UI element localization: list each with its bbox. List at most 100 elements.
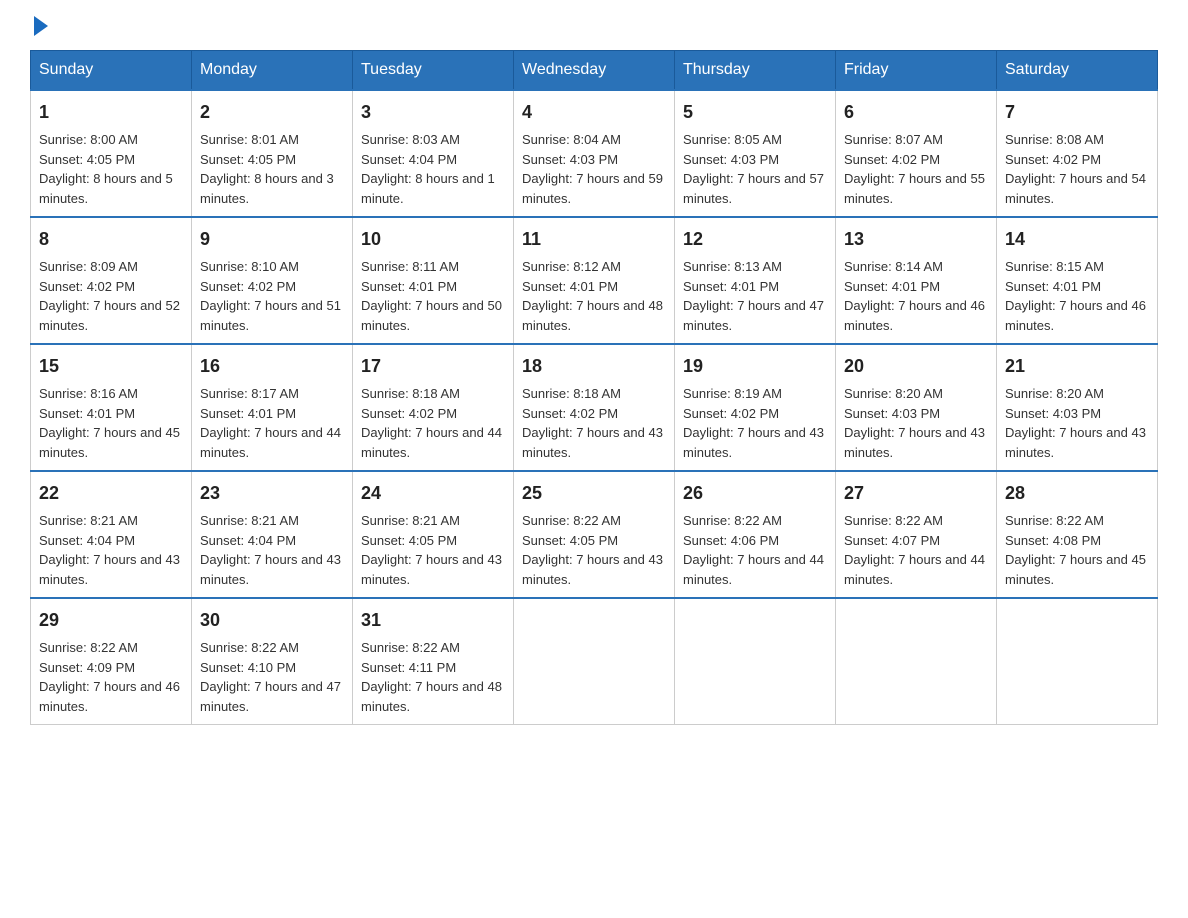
calendar-cell: 3Sunrise: 8:03 AMSunset: 4:04 PMDaylight… bbox=[353, 90, 514, 217]
day-number: 17 bbox=[361, 353, 505, 380]
calendar-cell: 17Sunrise: 8:18 AMSunset: 4:02 PMDayligh… bbox=[353, 344, 514, 471]
calendar-cell: 10Sunrise: 8:11 AMSunset: 4:01 PMDayligh… bbox=[353, 217, 514, 344]
sunset-label: Sunset: 4:08 PM bbox=[1005, 533, 1101, 548]
calendar-cell: 14Sunrise: 8:15 AMSunset: 4:01 PMDayligh… bbox=[997, 217, 1158, 344]
sunrise-label: Sunrise: 8:11 AM bbox=[361, 259, 459, 274]
day-header-monday: Monday bbox=[192, 51, 353, 91]
calendar-week-5: 29Sunrise: 8:22 AMSunset: 4:09 PMDayligh… bbox=[31, 598, 1158, 725]
sunset-label: Sunset: 4:01 PM bbox=[683, 279, 779, 294]
calendar-cell: 1Sunrise: 8:00 AMSunset: 4:05 PMDaylight… bbox=[31, 90, 192, 217]
day-number: 3 bbox=[361, 99, 505, 126]
calendar-cell bbox=[514, 598, 675, 725]
daylight-label: Daylight: 7 hours and 55 minutes. bbox=[844, 171, 985, 206]
calendar-week-2: 8Sunrise: 8:09 AMSunset: 4:02 PMDaylight… bbox=[31, 217, 1158, 344]
sunset-label: Sunset: 4:05 PM bbox=[39, 152, 135, 167]
sunrise-label: Sunrise: 8:18 AM bbox=[361, 386, 460, 401]
calendar-cell: 16Sunrise: 8:17 AMSunset: 4:01 PMDayligh… bbox=[192, 344, 353, 471]
sunset-label: Sunset: 4:01 PM bbox=[844, 279, 940, 294]
sunrise-label: Sunrise: 8:20 AM bbox=[1005, 386, 1104, 401]
day-number: 31 bbox=[361, 607, 505, 634]
sunrise-label: Sunrise: 8:21 AM bbox=[361, 513, 460, 528]
daylight-label: Daylight: 7 hours and 44 minutes. bbox=[683, 552, 824, 587]
sunrise-label: Sunrise: 8:13 AM bbox=[683, 259, 782, 274]
sunset-label: Sunset: 4:06 PM bbox=[683, 533, 779, 548]
logo bbox=[30, 20, 48, 30]
daylight-label: Daylight: 7 hours and 43 minutes. bbox=[522, 552, 663, 587]
sunrise-label: Sunrise: 8:16 AM bbox=[39, 386, 138, 401]
sunrise-label: Sunrise: 8:12 AM bbox=[522, 259, 621, 274]
calendar-week-4: 22Sunrise: 8:21 AMSunset: 4:04 PMDayligh… bbox=[31, 471, 1158, 598]
sunset-label: Sunset: 4:02 PM bbox=[1005, 152, 1101, 167]
day-number: 1 bbox=[39, 99, 183, 126]
day-number: 28 bbox=[1005, 480, 1149, 507]
day-number: 22 bbox=[39, 480, 183, 507]
calendar-week-1: 1 Sunrise: 8:00 AM Sunset: 4:05 PM Daylight… bbox=[31, 90, 1158, 217]
daylight-label: Daylight: 7 hours and 44 minutes. bbox=[361, 425, 502, 460]
daylight-label: Daylight: 7 hours and 50 minutes. bbox=[361, 298, 502, 333]
sunrise-label: Sunrise: 8:08 AM bbox=[1005, 132, 1104, 147]
daylight-label: Daylight: 7 hours and 45 minutes. bbox=[1005, 552, 1146, 587]
day-number: 5 bbox=[683, 99, 827, 126]
calendar-cell: 2Sunrise: 8:01 AMSunset: 4:05 PMDaylight… bbox=[192, 90, 353, 217]
day-number: 20 bbox=[844, 353, 988, 380]
day-header-friday: Friday bbox=[836, 51, 997, 91]
day-header-tuesday: Tuesday bbox=[353, 51, 514, 91]
sunrise-label: Sunrise: 8:22 AM bbox=[683, 513, 782, 528]
sunrise-label: Sunrise: 8:04 AM bbox=[522, 132, 621, 147]
calendar-cell: 22Sunrise: 8:21 AMSunset: 4:04 PMDayligh… bbox=[31, 471, 192, 598]
sunrise-label: Sunrise: 8:15 AM bbox=[1005, 259, 1104, 274]
calendar-cell: 27Sunrise: 8:22 AMSunset: 4:07 PMDayligh… bbox=[836, 471, 997, 598]
sunrise-label: Sunrise: 8:22 AM bbox=[522, 513, 621, 528]
daylight-label: Daylight: 7 hours and 43 minutes. bbox=[522, 425, 663, 460]
day-number: 9 bbox=[200, 226, 344, 253]
sunset-label: Sunset: 4:01 PM bbox=[361, 279, 457, 294]
daylight-label: Daylight: 7 hours and 48 minutes. bbox=[522, 298, 663, 333]
sunset-label: Sunset: 4:01 PM bbox=[200, 406, 296, 421]
calendar-cell: 8Sunrise: 8:09 AMSunset: 4:02 PMDaylight… bbox=[31, 217, 192, 344]
calendar-cell: 5Sunrise: 8:05 AMSunset: 4:03 PMDaylight… bbox=[675, 90, 836, 217]
sunrise-label: Sunrise: 8:00 AM bbox=[39, 132, 138, 147]
calendar-cell: 15Sunrise: 8:16 AMSunset: 4:01 PMDayligh… bbox=[31, 344, 192, 471]
daylight-label: Daylight: 7 hours and 43 minutes. bbox=[361, 552, 502, 587]
day-number: 8 bbox=[39, 226, 183, 253]
calendar-cell: 4Sunrise: 8:04 AMSunset: 4:03 PMDaylight… bbox=[514, 90, 675, 217]
sunrise-label: Sunrise: 8:10 AM bbox=[200, 259, 299, 274]
day-number: 30 bbox=[200, 607, 344, 634]
calendar-cell: 26Sunrise: 8:22 AMSunset: 4:06 PMDayligh… bbox=[675, 471, 836, 598]
day-number: 4 bbox=[522, 99, 666, 126]
day-number: 6 bbox=[844, 99, 988, 126]
day-header-saturday: Saturday bbox=[997, 51, 1158, 91]
sunset-label: Sunset: 4:02 PM bbox=[522, 406, 618, 421]
sunset-label: Sunset: 4:09 PM bbox=[39, 660, 135, 675]
sunset-label: Sunset: 4:04 PM bbox=[361, 152, 457, 167]
page-header bbox=[30, 20, 1158, 30]
day-number: 7 bbox=[1005, 99, 1149, 126]
calendar-cell: 25Sunrise: 8:22 AMSunset: 4:05 PMDayligh… bbox=[514, 471, 675, 598]
day-number: 2 bbox=[200, 99, 344, 126]
calendar-cell bbox=[836, 598, 997, 725]
sunset-label: Sunset: 4:11 PM bbox=[361, 660, 456, 675]
day-number: 14 bbox=[1005, 226, 1149, 253]
sunset-label: Sunset: 4:03 PM bbox=[844, 406, 940, 421]
daylight-label: Daylight: 7 hours and 47 minutes. bbox=[683, 298, 824, 333]
calendar-cell: 20Sunrise: 8:20 AMSunset: 4:03 PMDayligh… bbox=[836, 344, 997, 471]
sunrise-label: Sunrise: 8:01 AM bbox=[200, 132, 299, 147]
sunset-label: Sunset: 4:03 PM bbox=[522, 152, 618, 167]
sunrise-label: Sunrise: 8:18 AM bbox=[522, 386, 621, 401]
sunset-label: Sunset: 4:10 PM bbox=[200, 660, 296, 675]
sunrise-label: Sunrise: 8:05 AM bbox=[683, 132, 782, 147]
day-header-wednesday: Wednesday bbox=[514, 51, 675, 91]
sunrise-label: Sunrise: 8:21 AM bbox=[39, 513, 138, 528]
calendar-cell: 18Sunrise: 8:18 AMSunset: 4:02 PMDayligh… bbox=[514, 344, 675, 471]
calendar-cell: 21Sunrise: 8:20 AMSunset: 4:03 PMDayligh… bbox=[997, 344, 1158, 471]
day-number: 19 bbox=[683, 353, 827, 380]
day-number: 24 bbox=[361, 480, 505, 507]
daylight-label: Daylight: 7 hours and 46 minutes. bbox=[844, 298, 985, 333]
calendar-cell: 28Sunrise: 8:22 AMSunset: 4:08 PMDayligh… bbox=[997, 471, 1158, 598]
daylight-label: Daylight: 7 hours and 44 minutes. bbox=[200, 425, 341, 460]
sunset-label: Sunset: 4:05 PM bbox=[522, 533, 618, 548]
daylight-label: Daylight: 7 hours and 43 minutes. bbox=[683, 425, 824, 460]
daylight-label: Daylight: 7 hours and 57 minutes. bbox=[683, 171, 824, 206]
sunrise-label: Sunrise: 8:07 AM bbox=[844, 132, 943, 147]
day-number: 16 bbox=[200, 353, 344, 380]
